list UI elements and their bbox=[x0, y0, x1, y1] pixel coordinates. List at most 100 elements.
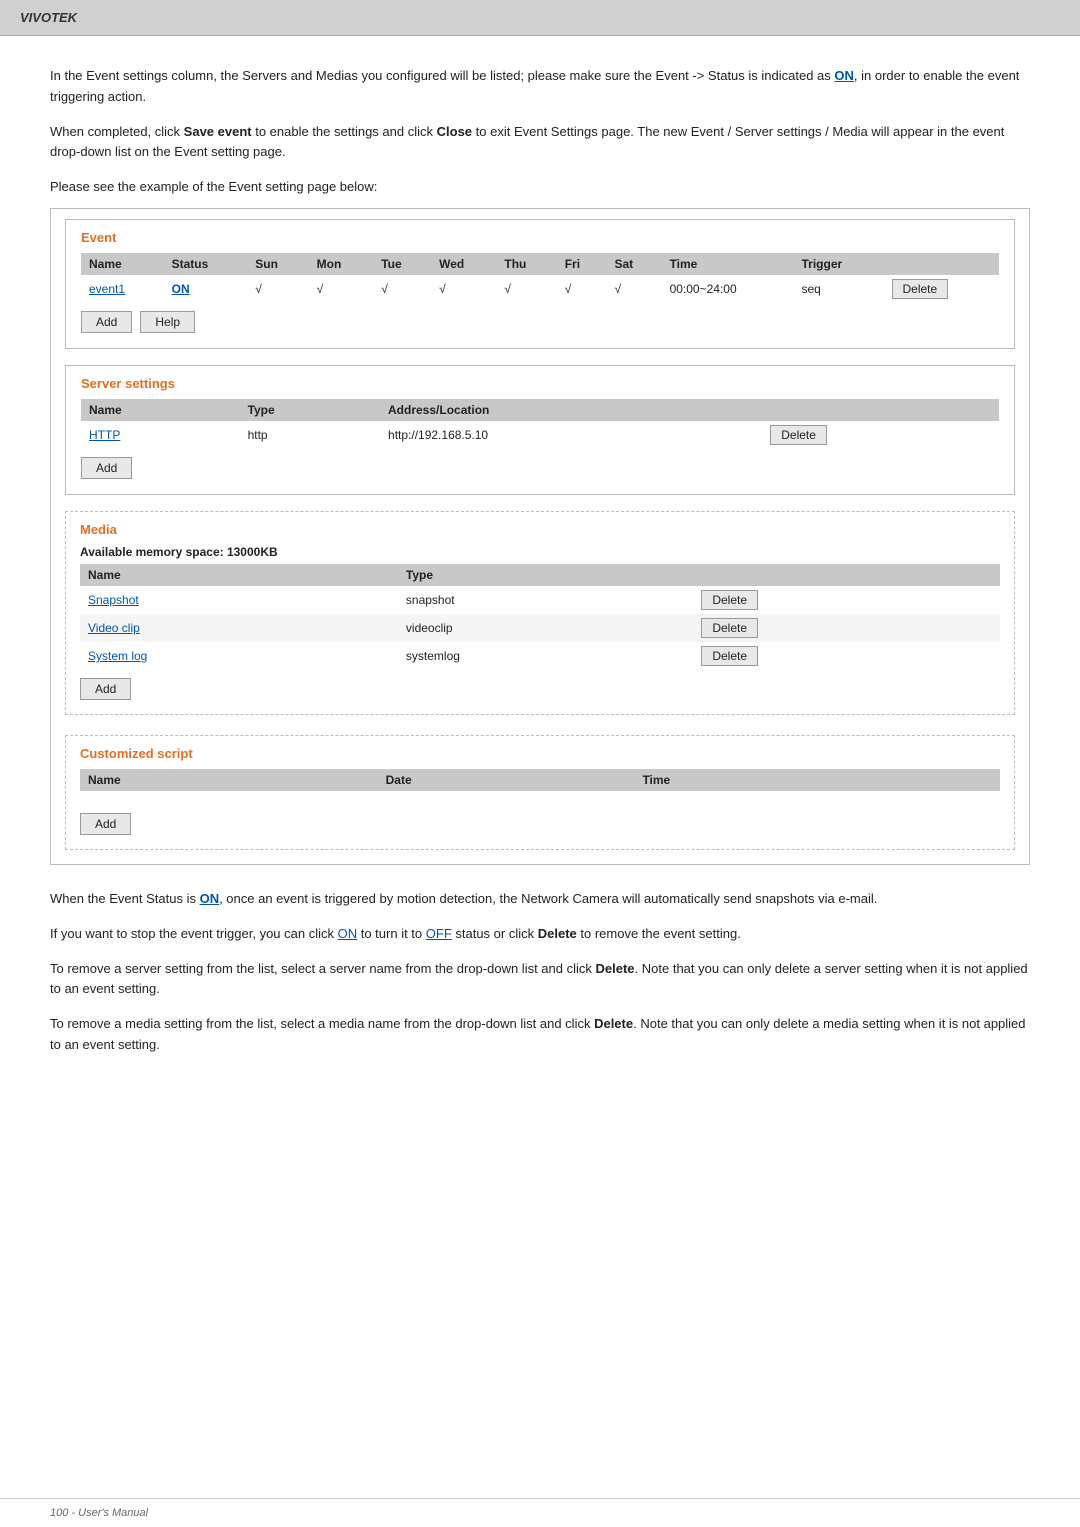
bottom-para-1-start: When the Event Status is bbox=[50, 891, 200, 906]
event-row-thu: √ bbox=[496, 275, 556, 303]
bottom-para-2-start: If you want to stop the event trigger, y… bbox=[50, 926, 338, 941]
main-content: In the Event settings column, the Server… bbox=[0, 36, 1080, 1100]
media-section-inner: Media Available memory space: 13000KB Na… bbox=[66, 512, 1014, 714]
event-table-header-row: Name Status Sun Mon Tue Wed Thu Fri Sat … bbox=[81, 253, 999, 275]
media-delete-button[interactable]: Delete bbox=[701, 590, 758, 610]
event-col-fri: Fri bbox=[557, 253, 607, 275]
event-table: Name Status Sun Mon Tue Wed Thu Fri Sat … bbox=[81, 253, 999, 303]
event-row-time: 00:00~24:00 bbox=[662, 275, 794, 303]
event-section: Event Name Status Sun Mon Tue Wed Thu Fr… bbox=[65, 219, 1015, 349]
event-col-action bbox=[884, 253, 1000, 275]
server-add-button[interactable]: Add bbox=[81, 457, 132, 479]
customized-table: Name Date Time bbox=[80, 769, 1000, 805]
event-col-sun: Sun bbox=[247, 253, 308, 275]
media-section: Media Available memory space: 13000KB Na… bbox=[65, 511, 1015, 715]
customized-section: Customized script Name Date Time bbox=[65, 735, 1015, 850]
media-row-type: videoclip bbox=[398, 614, 693, 642]
server-col-action bbox=[762, 399, 999, 421]
customized-add-button[interactable]: Add bbox=[80, 813, 131, 835]
server-col-address: Address/Location bbox=[380, 399, 762, 421]
intro-para-1: In the Event settings column, the Server… bbox=[50, 66, 1030, 108]
media-add-button[interactable]: Add bbox=[80, 678, 131, 700]
event-col-status: Status bbox=[164, 253, 248, 275]
media-row-action[interactable]: Delete bbox=[693, 642, 1000, 670]
customized-add-row: Add bbox=[80, 813, 1000, 835]
event-row-tue: √ bbox=[373, 275, 431, 303]
server-row-address: http://192.168.5.10 bbox=[380, 421, 762, 449]
customized-table-header-row: Name Date Time bbox=[80, 769, 1000, 791]
example-label: Please see the example of the Event sett… bbox=[50, 177, 1030, 198]
media-table-row: Snapshot snapshot Delete bbox=[80, 586, 1000, 614]
media-row-type: systemlog bbox=[398, 642, 693, 670]
event-col-mon: Mon bbox=[309, 253, 374, 275]
media-row-name[interactable]: Snapshot bbox=[80, 586, 398, 614]
bottom-para-2-rest: to remove the event setting. bbox=[577, 926, 741, 941]
event-add-row: Add Help bbox=[81, 311, 999, 333]
event-row-action[interactable]: Delete bbox=[884, 275, 1000, 303]
event-row-fri: √ bbox=[557, 275, 607, 303]
server-table-header-row: Name Type Address/Location bbox=[81, 399, 999, 421]
event-col-trigger: Trigger bbox=[793, 253, 883, 275]
bottom-para-4: To remove a media setting from the list,… bbox=[50, 1014, 1030, 1056]
customized-section-inner: Customized script Name Date Time bbox=[66, 736, 1014, 849]
bottom-para-4-delete: Delete bbox=[594, 1016, 633, 1031]
bottom-para-2-on[interactable]: ON bbox=[338, 926, 358, 941]
media-section-title: Media bbox=[80, 522, 1000, 537]
media-row-action[interactable]: Delete bbox=[693, 586, 1000, 614]
server-row-type: http bbox=[240, 421, 380, 449]
customized-col-name: Name bbox=[80, 769, 378, 791]
bottom-para-1-on[interactable]: ON bbox=[200, 891, 220, 906]
server-table: Name Type Address/Location HTTP http htt… bbox=[81, 399, 999, 449]
bottom-para-2-off[interactable]: OFF bbox=[426, 926, 452, 941]
event-row-status[interactable]: ON bbox=[164, 275, 248, 303]
media-delete-button[interactable]: Delete bbox=[701, 646, 758, 666]
brand-logo: VIVOTEK bbox=[20, 10, 77, 25]
media-row-action[interactable]: Delete bbox=[693, 614, 1000, 642]
event-help-button[interactable]: Help bbox=[140, 311, 195, 333]
bottom-para-3: To remove a server setting from the list… bbox=[50, 959, 1030, 1001]
media-delete-button[interactable]: Delete bbox=[701, 618, 758, 638]
server-row-action[interactable]: Delete bbox=[762, 421, 999, 449]
media-col-name: Name bbox=[80, 564, 398, 586]
event-col-wed: Wed bbox=[431, 253, 496, 275]
server-row-name[interactable]: HTTP bbox=[81, 421, 240, 449]
media-col-action bbox=[693, 564, 1000, 586]
server-table-row: HTTP http http://192.168.5.10 Delete bbox=[81, 421, 999, 449]
server-col-type: Type bbox=[240, 399, 380, 421]
media-table: Name Type Snapshot snapshot Delete Video… bbox=[80, 564, 1000, 670]
event-add-button[interactable]: Add bbox=[81, 311, 132, 333]
event-col-name: Name bbox=[81, 253, 164, 275]
bottom-para-2-mid: to turn it to bbox=[357, 926, 426, 941]
bottom-para-3-start: To remove a server setting from the list… bbox=[50, 961, 596, 976]
bottom-para-2-delete: Delete bbox=[538, 926, 577, 941]
media-row-name[interactable]: Video clip bbox=[80, 614, 398, 642]
event-col-sat: Sat bbox=[606, 253, 661, 275]
media-row-name[interactable]: System log bbox=[80, 642, 398, 670]
event-section-title: Event bbox=[81, 230, 999, 245]
media-row-type: snapshot bbox=[398, 586, 693, 614]
settings-outer-box-inner: Event Name Status Sun Mon Tue Wed Thu Fr… bbox=[51, 209, 1029, 864]
server-col-name: Name bbox=[81, 399, 240, 421]
media-table-row: System log systemlog Delete bbox=[80, 642, 1000, 670]
intro-para-2-mid: to enable the settings and click bbox=[252, 124, 437, 139]
event-row-trigger: seq bbox=[793, 275, 883, 303]
bottom-para-1: When the Event Status is ON, once an eve… bbox=[50, 889, 1030, 910]
server-section-title: Server settings bbox=[81, 376, 999, 391]
footer-text: 100 - User's Manual bbox=[50, 1507, 148, 1519]
available-memory: Available memory space: 13000KB bbox=[80, 545, 1000, 559]
server-delete-button[interactable]: Delete bbox=[770, 425, 827, 445]
intro-para-2-save: Save event bbox=[184, 124, 252, 139]
event-col-time: Time bbox=[662, 253, 794, 275]
bottom-para-3-delete: Delete bbox=[596, 961, 635, 976]
event-table-row: event1 ON √ √ √ √ √ √ √ 00:00~24:00 seq … bbox=[81, 275, 999, 303]
event-delete-button[interactable]: Delete bbox=[892, 279, 949, 299]
customized-col-action bbox=[902, 769, 1000, 791]
intro-para-2-start: When completed, click bbox=[50, 124, 184, 139]
bottom-para-2-end: status or click bbox=[452, 926, 538, 941]
intro-para-2: When completed, click Save event to enab… bbox=[50, 122, 1030, 164]
event-row-name[interactable]: event1 bbox=[81, 275, 164, 303]
server-add-row: Add bbox=[81, 457, 999, 479]
event-col-thu: Thu bbox=[496, 253, 556, 275]
header: VIVOTEK bbox=[0, 0, 1080, 36]
bottom-para-1-end: , once an event is triggered by motion d… bbox=[219, 891, 877, 906]
